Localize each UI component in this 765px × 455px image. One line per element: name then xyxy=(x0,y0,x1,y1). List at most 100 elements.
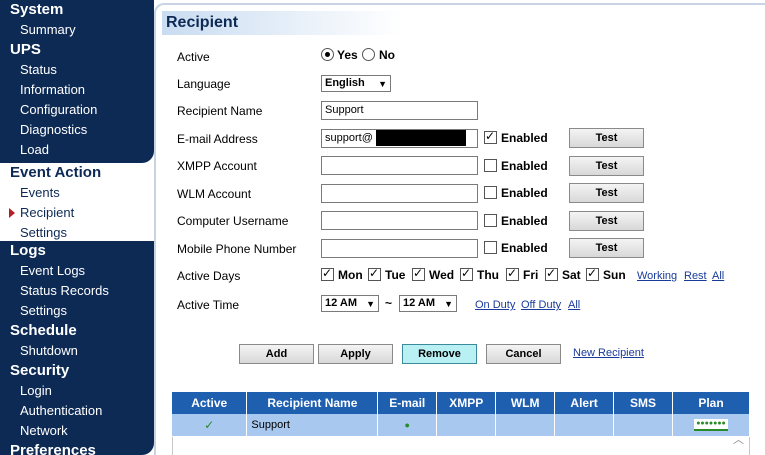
day-sat-label: Sat xyxy=(562,268,581,282)
sidebar: System Summary UPS Status Information Co… xyxy=(0,0,154,455)
day-sun-label: Sun xyxy=(603,268,626,282)
wlm-input[interactable] xyxy=(321,184,478,203)
day-fri-label: Fri xyxy=(523,268,539,282)
mobile-test-button[interactable]: Test xyxy=(569,238,644,258)
mobile-input[interactable] xyxy=(321,239,478,258)
sidebar-heading-schedule: Schedule xyxy=(10,322,77,339)
sidebar-item-network[interactable]: Network xyxy=(0,421,154,441)
day-wed-checkbox[interactable] xyxy=(412,266,425,281)
sidebar-item-status[interactable]: Status xyxy=(0,60,154,80)
add-button[interactable]: Add xyxy=(239,344,314,364)
col-active[interactable]: Active xyxy=(172,392,248,414)
sidebar-item-events[interactable]: Events xyxy=(0,183,154,203)
time-on-duty-link[interactable]: On Duty xyxy=(475,299,515,311)
row-email-status-icon: ● xyxy=(377,414,438,436)
sidebar-group-event-action: Event Action Events Recipient Settings xyxy=(0,163,154,241)
day-thu-checkbox[interactable] xyxy=(460,266,473,281)
sidebar-item-information[interactable]: Information xyxy=(0,80,154,100)
day-mon-checkbox[interactable] xyxy=(321,266,334,281)
time-separator: ~ xyxy=(385,296,393,310)
sidebar-item-diagnostics[interactable]: Diagnostics xyxy=(0,120,154,140)
new-recipient-link[interactable]: New Recipient xyxy=(573,347,644,359)
sidebar-item-shutdown[interactable]: Shutdown xyxy=(0,341,154,361)
recipient-name-label: Recipient Name xyxy=(177,104,263,118)
sidebar-item-event-settings[interactable]: Settings xyxy=(0,223,154,243)
sidebar-item-event-logs[interactable]: Event Logs xyxy=(0,261,154,281)
email-enabled-label: Enabled xyxy=(501,131,548,145)
xmpp-input[interactable] xyxy=(321,156,478,175)
sidebar-item-login[interactable]: Login xyxy=(0,381,154,401)
days-all-link[interactable]: All xyxy=(712,270,724,282)
language-label: Language xyxy=(177,77,231,91)
computer-enabled-checkbox[interactable] xyxy=(484,214,497,227)
apply-button[interactable]: Apply xyxy=(318,344,393,364)
time-to-select[interactable]: 12 AM ▼ xyxy=(399,295,457,312)
row-recipient-name: Support xyxy=(246,414,379,436)
col-plan[interactable]: Plan xyxy=(672,392,750,414)
recipient-name-input[interactable]: Support xyxy=(321,101,478,120)
sidebar-heading-event-action: Event Action xyxy=(10,164,102,181)
table-header-row: Active Recipient Name E-mail XMPP WLM Al… xyxy=(172,392,750,414)
xmpp-label: XMPP Account xyxy=(177,159,257,173)
time-off-duty-link[interactable]: Off Duty xyxy=(521,299,561,311)
active-time-label: Active Time xyxy=(177,298,240,312)
sidebar-heading-ups: UPS xyxy=(10,41,41,58)
col-wlm[interactable]: WLM xyxy=(495,392,556,414)
sidebar-item-recipient-label: Recipient xyxy=(20,205,75,220)
sidebar-item-load[interactable]: Load xyxy=(0,140,154,160)
col-sms[interactable]: SMS xyxy=(613,392,673,414)
day-fri-checkbox[interactable] xyxy=(506,266,519,281)
sidebar-item-summary[interactable]: Summary xyxy=(0,20,154,40)
xmpp-enabled-checkbox[interactable] xyxy=(484,159,497,172)
table-row[interactable]: ✓ Support ● ●●●●●●● xyxy=(172,414,750,436)
wlm-enabled-label: Enabled xyxy=(501,186,548,200)
email-test-button[interactable]: Test xyxy=(569,128,644,148)
sidebar-item-status-records[interactable]: Status Records xyxy=(0,281,154,301)
time-to-value: 12 AM xyxy=(403,297,435,309)
days-working-link[interactable]: Working xyxy=(637,270,677,282)
sidebar-item-configuration[interactable]: Configuration xyxy=(0,100,154,120)
cancel-button[interactable]: Cancel xyxy=(486,344,561,364)
mobile-enabled-checkbox[interactable] xyxy=(484,241,497,254)
sidebar-item-recipient[interactable]: Recipient xyxy=(0,203,154,223)
day-wed-label: Wed xyxy=(429,268,455,282)
language-select[interactable]: English ▼ xyxy=(321,75,391,92)
xmpp-test-button[interactable]: Test xyxy=(569,156,644,176)
chevron-down-icon: ▼ xyxy=(366,299,375,309)
remove-button[interactable]: Remove xyxy=(402,344,477,364)
day-sun-checkbox[interactable] xyxy=(586,266,599,281)
sidebar-item-authentication[interactable]: Authentication xyxy=(0,401,154,421)
col-xmpp[interactable]: XMPP xyxy=(436,392,497,414)
computer-test-button[interactable]: Test xyxy=(569,211,644,231)
active-days-label: Active Days xyxy=(177,269,241,283)
col-recipient-name[interactable]: Recipient Name xyxy=(246,392,379,414)
selected-arrow-icon xyxy=(9,208,15,218)
col-alert[interactable]: Alert xyxy=(554,392,615,414)
xmpp-enabled-label: Enabled xyxy=(501,159,548,173)
active-no-radio[interactable] xyxy=(362,48,375,61)
email-enabled-checkbox[interactable] xyxy=(484,129,497,144)
row-wlm-status xyxy=(495,414,556,436)
sidebar-heading-preferences: Preferences xyxy=(10,442,96,455)
email-label: E-mail Address xyxy=(177,132,258,146)
computer-username-input[interactable] xyxy=(321,211,478,230)
wlm-test-button[interactable]: Test xyxy=(569,183,644,203)
active-yes-radio[interactable] xyxy=(321,48,334,61)
row-alert-status xyxy=(554,414,615,436)
sidebar-heading-logs: Logs xyxy=(10,242,46,259)
redaction-block xyxy=(376,130,466,146)
time-all-link[interactable]: All xyxy=(568,299,580,311)
row-active-check-icon: ✓ xyxy=(172,414,248,436)
chevron-down-icon: ▼ xyxy=(378,79,387,89)
sidebar-item-log-settings[interactable]: Settings xyxy=(0,301,154,321)
scroll-up-icon[interactable]: ︿ xyxy=(733,431,744,447)
col-email[interactable]: E-mail xyxy=(377,392,438,414)
recipient-table: Active Recipient Name E-mail XMPP WLM Al… xyxy=(172,392,750,436)
wlm-label: WLM Account xyxy=(177,187,252,201)
day-tue-checkbox[interactable] xyxy=(368,266,381,281)
days-rest-link[interactable]: Rest xyxy=(684,270,707,282)
day-sat-checkbox[interactable] xyxy=(545,266,558,281)
mobile-label: Mobile Phone Number xyxy=(177,242,297,256)
time-from-select[interactable]: 12 AM ▼ xyxy=(321,295,379,312)
wlm-enabled-checkbox[interactable] xyxy=(484,186,497,199)
